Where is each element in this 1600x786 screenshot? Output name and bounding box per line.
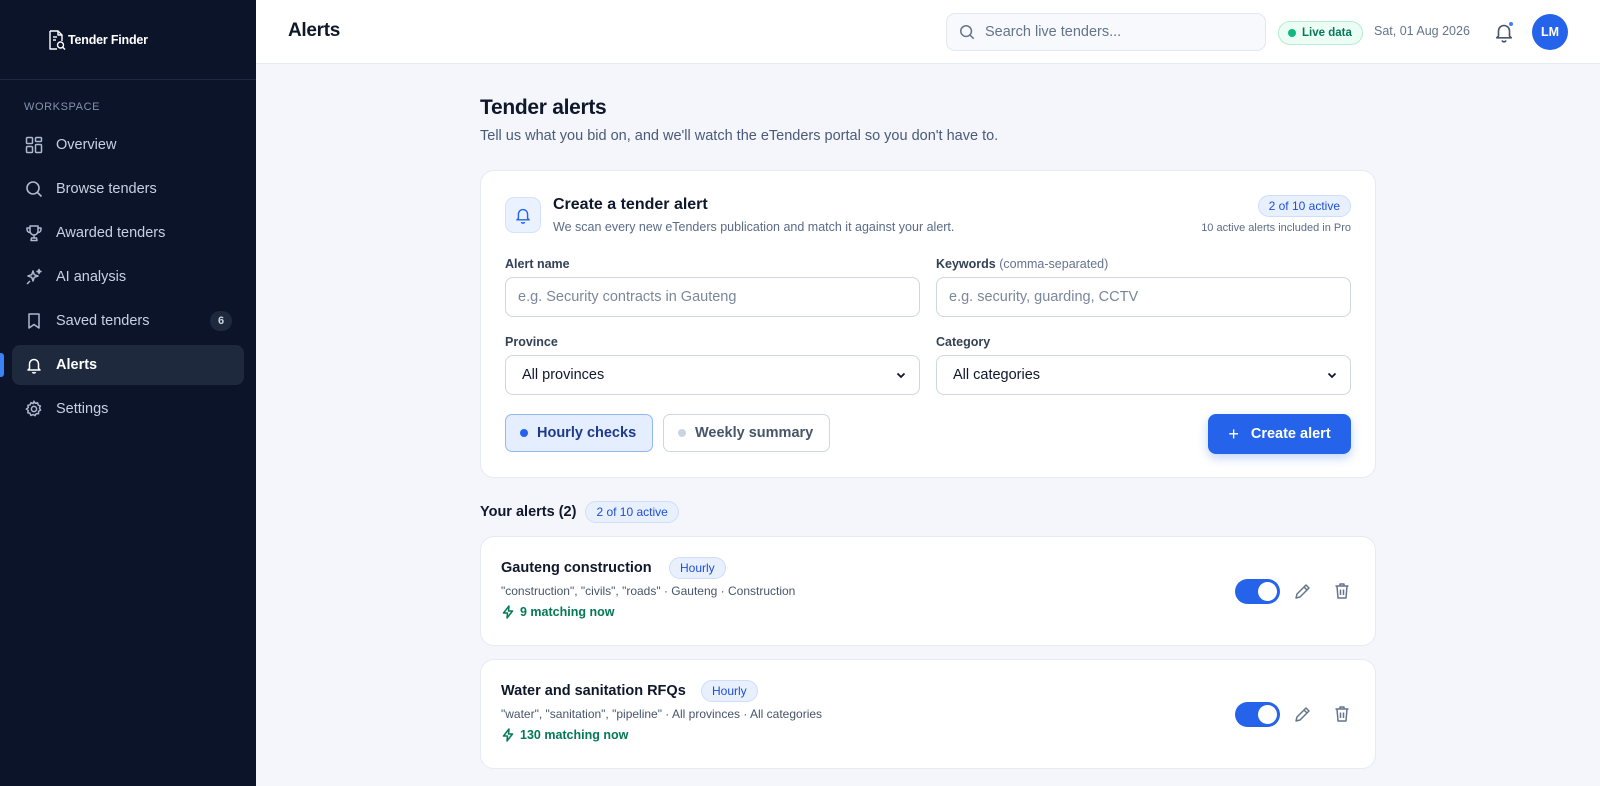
create-alert-description: We scan every new eTenders publication a… <box>553 220 955 234</box>
chevron-down-icon <box>1327 372 1337 379</box>
create-alert-button-label: Create alert <box>1250 426 1331 442</box>
frequency-hourly-option[interactable]: Hourly checks <box>505 414 654 452</box>
sidebar-nav: Overview Browse tenders Awarded tenders … <box>0 125 256 429</box>
sidebar-item-alerts[interactable]: Alerts <box>0 345 244 385</box>
alert-card: Gauteng construction Hourly "constructio… <box>480 536 1376 646</box>
lightning-icon <box>502 728 514 742</box>
live-data-label: Live data <box>1302 27 1352 39</box>
alert-enabled-toggle[interactable] <box>1235 579 1280 604</box>
sidebar-item-label: Settings <box>56 401 109 417</box>
saved-count-badge: 6 <box>210 311 232 331</box>
chevron-down-icon <box>896 372 906 379</box>
alert-match-label: 9 matching now <box>520 605 615 619</box>
keywords-label: Keywords (comma-separated) <box>936 257 1108 271</box>
sidebar-item-settings[interactable]: Settings <box>12 389 244 429</box>
keywords-label-text: Keywords <box>936 257 996 271</box>
page-title: Alerts <box>288 20 341 41</box>
section-label-workspace: WORKSPACE <box>24 101 101 113</box>
create-alert-card: Create a tender alert We scan every new … <box>480 170 1376 478</box>
main-heading: Tender alerts <box>480 96 607 119</box>
radio-dot-icon <box>678 429 686 437</box>
current-date: Sat, 01 Aug 2026 <box>1374 24 1470 38</box>
sidebar-item-saved-tenders[interactable]: Saved tenders 6 <box>12 301 244 341</box>
tender-finder-logo-icon <box>49 29 66 50</box>
trash-icon[interactable] <box>1332 581 1352 601</box>
province-label: Province <box>505 335 558 349</box>
province-selected-value: All provinces <box>522 367 605 383</box>
pencil-icon[interactable] <box>1293 704 1313 724</box>
alert-criteria: "water", "sanitation", "pipeline" · All … <box>501 707 823 721</box>
search-input[interactable] <box>985 24 1245 40</box>
province-select[interactable]: All provinces <box>505 355 920 395</box>
alert-enabled-toggle[interactable] <box>1235 702 1280 727</box>
live-data-badge: Live data <box>1278 21 1363 45</box>
grid-icon <box>24 135 44 155</box>
sidebar-item-ai-analysis[interactable]: AI analysis <box>12 257 244 297</box>
sidebar-item-label: AI analysis <box>56 269 127 285</box>
alert-criteria: "construction", "civils", "roads" · Gaut… <box>501 584 796 598</box>
alert-name-input[interactable] <box>518 289 919 305</box>
gear-icon <box>24 399 44 419</box>
create-alert-title: Create a tender alert <box>553 196 708 213</box>
alert-frequency-badge: Hourly <box>701 680 758 702</box>
keywords-hint: (comma-separated) <box>999 257 1109 271</box>
alert-name: Gauteng construction <box>501 560 652 576</box>
active-count-badge: 2 of 10 active <box>1257 195 1351 217</box>
plus-icon: + <box>1228 424 1239 444</box>
main-header: Tender alerts Tell us what you bid on, a… <box>480 96 998 144</box>
alerts-active-badge: 2 of 10 active <box>585 501 679 523</box>
search-box[interactable] <box>946 13 1266 51</box>
keywords-field[interactable] <box>936 277 1351 317</box>
lightning-icon <box>502 605 514 619</box>
brand-name: Tender Finder <box>68 32 148 47</box>
topbar: Alerts Live data Sat, 01 Aug 2026 LM <box>256 0 1600 64</box>
toggle-knob <box>1258 582 1277 601</box>
alerts-list-title: Your alerts (2) <box>480 504 577 520</box>
alert-name-label: Alert name <box>505 257 570 271</box>
trash-icon[interactable] <box>1332 704 1352 724</box>
sidebar-item-label: Browse tenders <box>56 181 157 197</box>
sidebar: Tender Finder WORKSPACE Overview Browse … <box>0 0 256 786</box>
alert-name-field[interactable] <box>505 277 920 317</box>
alert-match-label: 130 matching now <box>520 728 629 742</box>
category-select[interactable]: All categories <box>936 355 1351 395</box>
frequency-weekly-label: Weekly summary <box>695 425 814 441</box>
sidebar-item-awarded-tenders[interactable]: Awarded tenders <box>12 213 244 253</box>
alert-name: Water and sanitation RFQs <box>501 683 686 699</box>
trophy-icon <box>24 223 44 243</box>
live-dot-icon <box>1288 29 1296 37</box>
sidebar-item-overview[interactable]: Overview <box>12 125 244 165</box>
alert-match-count[interactable]: 9 matching now <box>501 605 614 619</box>
alert-match-count[interactable]: 130 matching now <box>501 728 628 742</box>
pencil-icon[interactable] <box>1293 581 1313 601</box>
create-alert-button[interactable]: + Create alert <box>1208 414 1351 454</box>
avatar[interactable]: LM <box>1532 14 1568 50</box>
frequency-hourly-label: Hourly checks <box>537 425 637 441</box>
alerts-list-header: Your alerts (2) 2 of 10 active <box>480 501 679 523</box>
alert-frequency-badge: Hourly <box>669 557 726 579</box>
notifications-button[interactable] <box>1492 20 1516 44</box>
sidebar-item-label: Saved tenders <box>56 313 150 329</box>
sidebar-item-browse-tenders[interactable]: Browse tenders <box>12 169 244 209</box>
frequency-weekly-option[interactable]: Weekly summary <box>663 414 831 452</box>
bookmark-icon <box>24 311 44 331</box>
alert-card: Water and sanitation RFQs Hourly "water"… <box>480 659 1376 769</box>
category-selected-value: All categories <box>953 367 1041 383</box>
search-icon <box>960 25 975 40</box>
brand[interactable]: Tender Finder <box>0 0 256 80</box>
bell-icon <box>24 355 44 375</box>
sidebar-item-label: Awarded tenders <box>56 225 166 241</box>
radio-dot-icon <box>520 429 528 437</box>
toggle-knob <box>1258 705 1277 724</box>
sparkles-icon <box>24 267 44 287</box>
search-icon <box>24 179 44 199</box>
sidebar-item-label: Overview <box>56 137 117 153</box>
notification-dot <box>1508 21 1514 27</box>
category-label: Category <box>936 335 991 349</box>
main-subheading: Tell us what you bid on, and we'll watch… <box>480 128 999 144</box>
plan-note: 10 active alerts included in Pro <box>1201 222 1351 234</box>
keywords-input[interactable] <box>949 289 1350 305</box>
bell-icon <box>505 197 541 233</box>
sidebar-item-label: Alerts <box>56 357 98 373</box>
